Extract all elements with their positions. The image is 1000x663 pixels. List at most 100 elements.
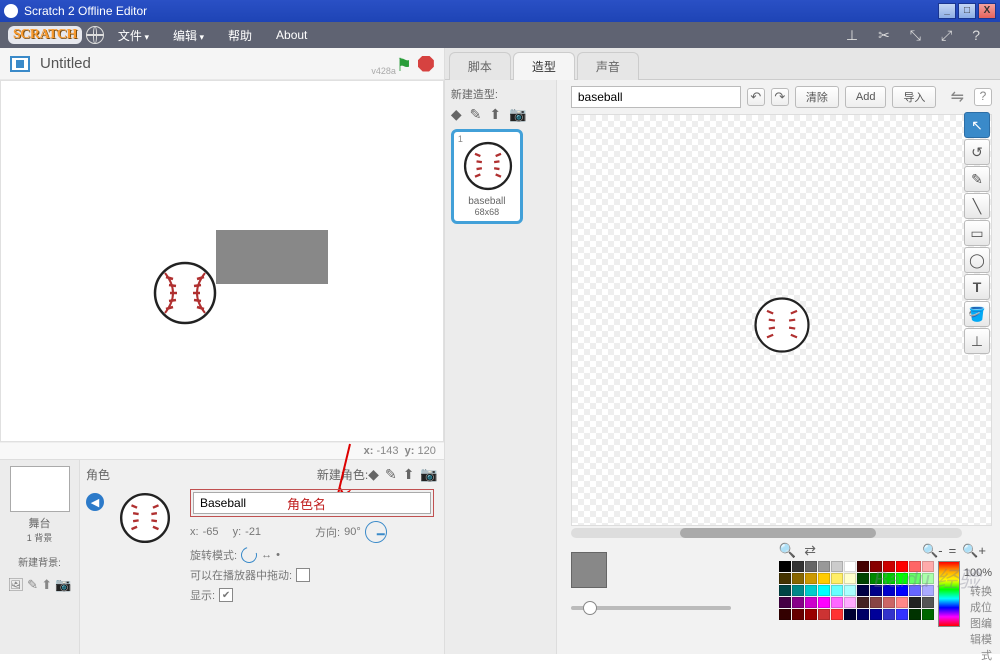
import-button[interactable]: 导入 (892, 86, 936, 108)
color-swatch[interactable] (896, 561, 908, 572)
paint-canvas[interactable] (571, 114, 992, 526)
color-swatch[interactable] (818, 561, 830, 572)
hue-strip[interactable] (938, 561, 960, 627)
color-swatch[interactable] (883, 609, 895, 620)
stage[interactable] (0, 80, 444, 442)
color-swatch[interactable] (857, 609, 869, 620)
close-button[interactable]: X (978, 3, 996, 19)
color-swatch[interactable] (779, 561, 791, 572)
color-swatch[interactable] (831, 561, 843, 572)
tab-costumes[interactable]: 造型 (513, 52, 575, 80)
tab-sounds[interactable]: 声音 (577, 52, 639, 80)
color-swatch[interactable] (883, 597, 895, 608)
project-title[interactable]: Untitled (40, 55, 401, 72)
flip-h-icon[interactable]: ⇋ (951, 87, 964, 107)
color-swatch[interactable] (831, 597, 843, 608)
color-swatch[interactable] (779, 585, 791, 596)
color-swatch[interactable] (909, 585, 921, 596)
backdrop-library-icon[interactable]: 🖼 (8, 577, 25, 593)
color-swatch[interactable] (805, 597, 817, 608)
color-swatch[interactable] (909, 609, 921, 620)
color-swatch[interactable] (883, 585, 895, 596)
color-swatch[interactable] (844, 573, 856, 584)
fill-tool[interactable]: 🪣 (964, 301, 990, 327)
color-swatch[interactable] (922, 609, 934, 620)
color-swatch[interactable] (818, 609, 830, 620)
color-swatch[interactable] (818, 573, 830, 584)
color-swatch[interactable] (896, 609, 908, 620)
sprite-thumbnail[interactable] (116, 489, 174, 547)
direction-dial[interactable] (365, 521, 387, 543)
color-swatch[interactable] (805, 609, 817, 620)
color-swatch[interactable] (792, 609, 804, 620)
costume-camera-icon[interactable]: 📷 (509, 106, 526, 123)
color-swatch[interactable] (792, 585, 804, 596)
sprite-library-icon[interactable]: ◆ (368, 466, 379, 483)
minimize-button[interactable]: _ (938, 3, 956, 19)
menu-help[interactable]: 帮助 (218, 27, 262, 44)
sprite-name-input[interactable] (193, 492, 431, 514)
stamp-tool[interactable]: ⊥ (964, 328, 990, 354)
color-swatch[interactable] (805, 561, 817, 572)
color-swatch[interactable] (870, 609, 882, 620)
draggable-checkbox[interactable] (296, 568, 310, 582)
color-swatch[interactable] (792, 561, 804, 572)
color-swatch[interactable] (896, 585, 908, 596)
menu-edit[interactable]: 编辑 (163, 27, 214, 44)
color-swatch[interactable] (883, 573, 895, 584)
help-icon[interactable]: ? (972, 27, 980, 43)
color-swatch[interactable] (779, 573, 791, 584)
color-swatch[interactable] (844, 561, 856, 572)
rect-tool[interactable]: ▭ (964, 220, 990, 246)
oval-tool[interactable]: ◯ (964, 247, 990, 273)
stop-icon[interactable] (418, 56, 434, 72)
color-swatch[interactable] (818, 585, 830, 596)
add-button[interactable]: Add (845, 86, 887, 108)
color-swatch[interactable] (896, 573, 908, 584)
color-swatch[interactable] (870, 585, 882, 596)
fullscreen-icon[interactable] (10, 56, 30, 72)
green-flag-icon[interactable]: ⚑ (396, 55, 414, 73)
sprite-on-stage[interactable] (151, 259, 219, 327)
color-swatch[interactable] (922, 597, 934, 608)
sprite-camera-icon[interactable]: 📷 (420, 466, 437, 483)
color-swatch[interactable] (844, 597, 856, 608)
costume-library-icon[interactable]: ◆ (451, 106, 462, 123)
costume-name-input[interactable] (571, 86, 741, 108)
color-swatch[interactable] (792, 573, 804, 584)
color-swatch[interactable] (857, 561, 869, 572)
redo-button[interactable]: ↷ (771, 88, 789, 106)
color-swatch[interactable] (909, 597, 921, 608)
color-swatch[interactable] (831, 609, 843, 620)
color-swatch[interactable] (779, 597, 791, 608)
line-tool[interactable]: ╲ (964, 193, 990, 219)
sprite-paint-icon[interactable]: ✎ (385, 466, 397, 483)
scissors-icon[interactable]: ✂ (878, 27, 890, 44)
color-swatch[interactable] (922, 561, 934, 572)
canvas-scrollbar-h[interactable] (571, 528, 962, 538)
color-swatch[interactable] (857, 597, 869, 608)
sprite-upload-icon[interactable]: ⬆ (403, 466, 415, 483)
color-swatch[interactable] (831, 585, 843, 596)
undo-button[interactable]: ↶ (747, 88, 765, 106)
paint-help-icon[interactable]: ? (974, 88, 992, 106)
stage-thumbnail[interactable] (10, 466, 70, 512)
shrink-icon[interactable]: ⤢ (941, 27, 952, 44)
grow-icon[interactable]: ⤡ (910, 27, 921, 44)
color-swatch[interactable] (792, 597, 804, 608)
zoom-in-icon[interactable]: 🔍+ (962, 543, 986, 559)
globe-icon[interactable] (86, 26, 104, 44)
color-swatch[interactable] (779, 609, 791, 620)
fill-color-preview[interactable] (571, 552, 607, 588)
color-swatch[interactable] (831, 573, 843, 584)
pen-tool[interactable]: ✎ (964, 166, 990, 192)
reshape-tool[interactable]: ↺ (964, 139, 990, 165)
backdrop-paint-icon[interactable]: ✎ (27, 577, 38, 593)
color-swatch[interactable] (818, 597, 830, 608)
menu-about[interactable]: About (266, 28, 317, 42)
mode-switch-label[interactable]: 转换成位图编辑模式 (964, 583, 992, 663)
color-swatch[interactable] (857, 585, 869, 596)
zoom-out-icon[interactable]: 🔍- (922, 543, 943, 559)
zoom-reset-icon[interactable]: = (949, 543, 957, 558)
eyedrop-icon[interactable]: 🔍 (779, 542, 796, 559)
